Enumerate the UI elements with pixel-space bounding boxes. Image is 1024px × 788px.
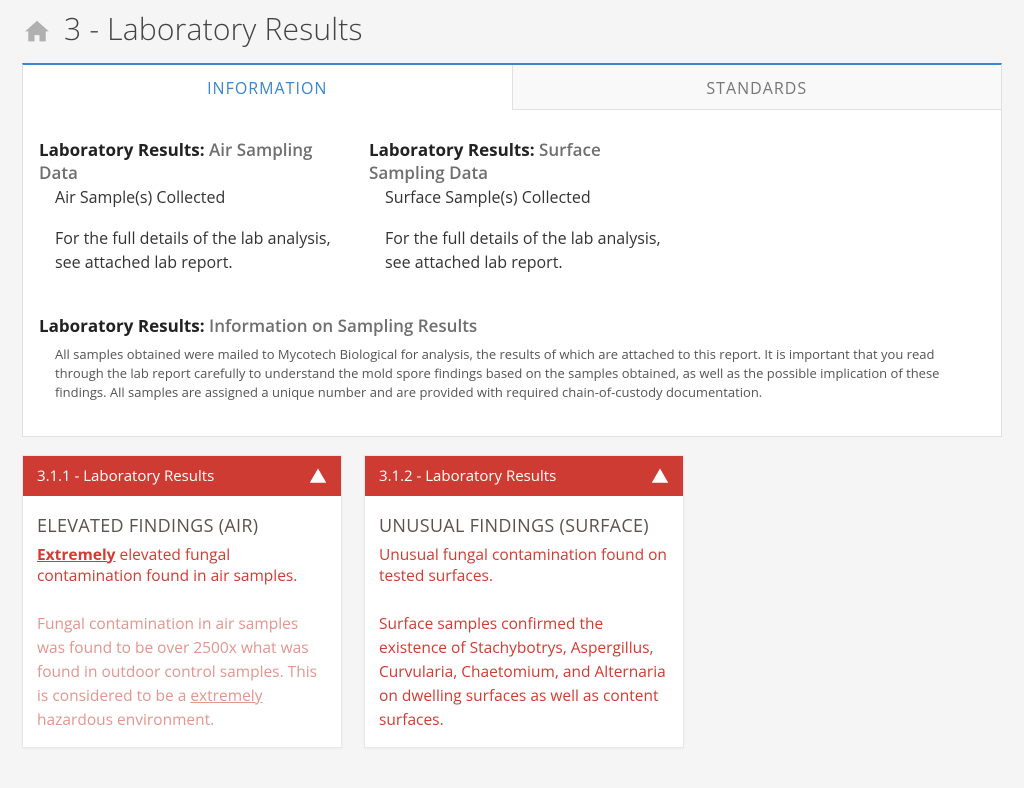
detail-text-b: hazardous environment.	[37, 708, 214, 730]
page-header: 3 - Laboratory Results	[0, 0, 1024, 63]
air-sampling-block: Laboratory Results: Air Sampling Data Ai…	[39, 138, 349, 274]
warning-icon	[651, 467, 669, 485]
card-title: UNUSUAL FINDINGS (SURFACE)	[379, 514, 669, 538]
card-header: 3.1.2 - Laboratory Results	[365, 456, 683, 496]
label-lead: Laboratory Results:	[369, 138, 539, 161]
air-paragraph: For the full details of the lab analysis…	[39, 226, 339, 274]
card-header-label: 3.1.1 - Laboratory Results	[37, 466, 214, 486]
card-title: ELEVATED FINDINGS (AIR)	[37, 514, 327, 538]
card-elevated-air: 3.1.1 - Laboratory Results ELEVATED FIND…	[22, 455, 342, 748]
card-summary: Extremely elevated fungal contamination …	[37, 544, 327, 587]
findings-cards: 3.1.1 - Laboratory Results ELEVATED FIND…	[22, 455, 1002, 748]
surface-line: Surface Sample(s) Collected	[369, 186, 679, 208]
info-panel: INFORMATION STANDARDS Laboratory Results…	[22, 63, 1002, 437]
detail-underline: extremely	[190, 684, 262, 706]
sampling-results-block: Laboratory Results: Information on Sampl…	[39, 314, 985, 416]
information-content: Laboratory Results: Air Sampling Data Ai…	[23, 110, 1001, 436]
tab-bar: INFORMATION STANDARDS	[23, 65, 1001, 110]
warning-icon	[309, 467, 327, 485]
results-paragraph: All samples obtained were mailed to Myco…	[39, 339, 985, 416]
results-subtitle: Information on Sampling Results	[209, 314, 477, 337]
tab-information[interactable]: INFORMATION	[23, 65, 512, 110]
surface-sampling-block: Laboratory Results: Surface Sampling Dat…	[369, 138, 679, 274]
surface-paragraph: For the full details of the lab analysis…	[369, 226, 669, 274]
label-lead: Laboratory Results:	[39, 138, 209, 161]
card-detail: Fungal contamination in air samples was …	[37, 611, 327, 731]
card-detail: Surface samples confirmed the existence …	[379, 611, 669, 731]
summary-emphasis: Extremely	[37, 543, 116, 565]
detail-text-a: Fungal contamination in air samples was …	[37, 612, 317, 706]
card-unusual-surface: 3.1.2 - Laboratory Results UNUSUAL FINDI…	[364, 455, 684, 748]
card-header: 3.1.1 - Laboratory Results	[23, 456, 341, 496]
page-title: 3 - Laboratory Results	[64, 8, 363, 49]
card-header-label: 3.1.2 - Laboratory Results	[379, 466, 556, 486]
label-lead: Laboratory Results:	[39, 314, 209, 337]
home-icon[interactable]	[22, 17, 52, 47]
tab-standards[interactable]: STANDARDS	[512, 65, 1002, 110]
air-line: Air Sample(s) Collected	[39, 186, 349, 208]
card-summary: Unusual fungal contamination found on te…	[379, 544, 669, 587]
